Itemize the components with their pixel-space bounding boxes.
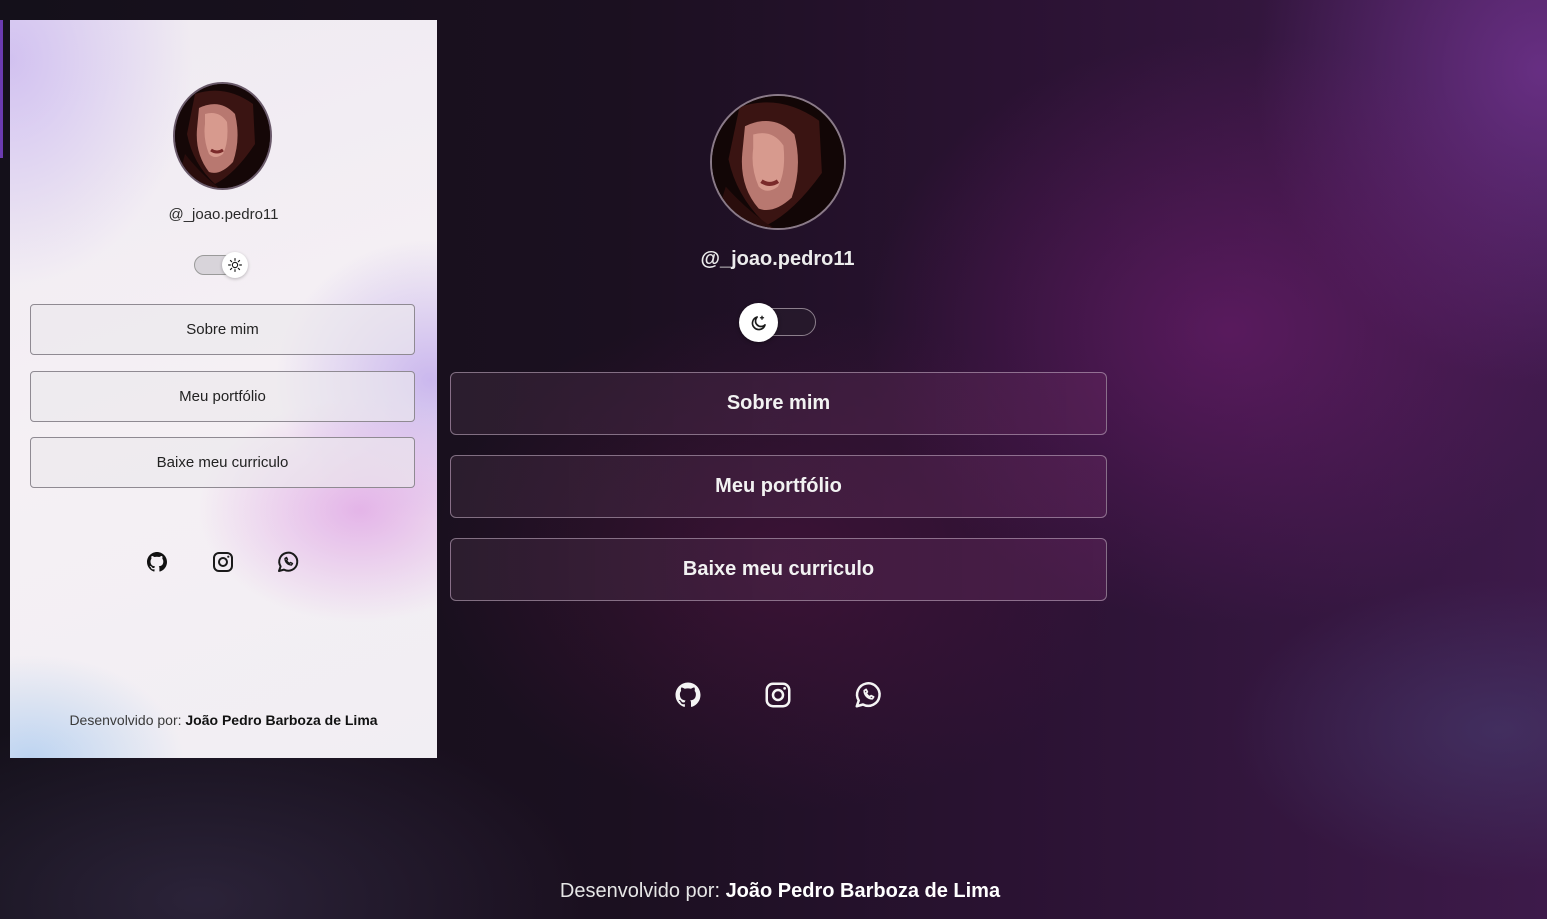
avatar — [173, 82, 272, 190]
avatar — [710, 94, 846, 230]
whatsapp-link[interactable] — [276, 550, 300, 574]
github-icon — [675, 682, 701, 707]
whatsapp-link[interactable] — [853, 680, 883, 710]
username-handle: @_joao.pedro11 — [168, 206, 279, 223]
download-resume-button[interactable]: Baixe meu curriculo — [30, 437, 415, 488]
github-link[interactable] — [673, 680, 703, 710]
light-theme-preview: @_joao.pedro11 Sobre mim Meu portfólio B… — [10, 20, 437, 758]
footer-prefix: Desenvolvido por: — [559, 880, 720, 902]
avatar-photo — [712, 96, 844, 228]
toggle-knob[interactable] — [222, 252, 248, 278]
download-resume-button[interactable]: Baixe meu curriculo — [450, 538, 1107, 601]
github-icon — [147, 552, 167, 572]
about-me-button[interactable]: Sobre mim — [450, 372, 1107, 435]
portfolio-button[interactable]: Meu portfólio — [450, 455, 1107, 518]
instagram-icon — [765, 682, 791, 708]
footer-author: João Pedro Barboza de Lima — [725, 880, 1001, 902]
footer-credit: Desenvolvido por: João Pedro Barboza de … — [10, 712, 437, 728]
portfolio-button[interactable]: Meu portfólio — [30, 371, 415, 422]
whatsapp-icon — [855, 682, 881, 708]
footer-author: João Pedro Barboza de Lima — [185, 712, 378, 728]
footer-prefix: Desenvolvido por: — [69, 712, 182, 728]
github-link[interactable] — [145, 550, 169, 574]
instagram-icon — [213, 552, 233, 572]
moon-icon — [751, 315, 766, 330]
toggle-knob[interactable] — [739, 303, 778, 342]
username-handle: @_joao.pedro11 — [700, 248, 855, 270]
instagram-link[interactable] — [211, 550, 235, 574]
whatsapp-icon — [278, 551, 299, 572]
instagram-link[interactable] — [763, 680, 793, 710]
sun-icon — [228, 258, 242, 272]
theme-toggle[interactable] — [738, 303, 818, 343]
theme-toggle[interactable] — [194, 252, 248, 278]
footer-credit: Desenvolvido por: João Pedro Barboza de … — [460, 880, 1100, 903]
about-me-button[interactable]: Sobre mim — [30, 304, 415, 355]
window-edge-accent — [0, 20, 3, 158]
social-links — [145, 550, 305, 576]
avatar-photo — [175, 84, 270, 188]
